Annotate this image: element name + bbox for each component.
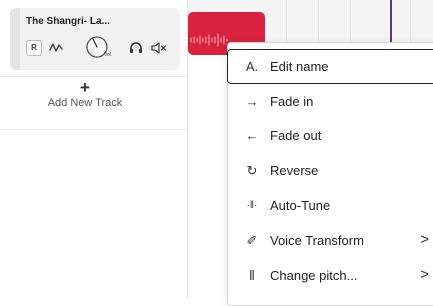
headphones-icon[interactable] — [128, 40, 144, 56]
change-pitch-icon: ⫴ — [249, 268, 255, 283]
auto-tune-icon: ·‖· — [246, 200, 258, 211]
grid-line — [410, 0, 411, 48]
menu-item-change-pitch[interactable]: ⫴ Change pitch... > — [228, 259, 433, 293]
track-name[interactable]: The Shangri- La... — [26, 16, 110, 27]
arrow-left-icon: ← — [245, 128, 259, 143]
track-header[interactable]: The Shangri- La... R Vol — [10, 8, 180, 70]
playhead[interactable] — [390, 0, 392, 48]
arrow-right-icon: → — [245, 94, 259, 109]
track-color-strip — [10, 8, 20, 70]
track-divider — [0, 76, 186, 77]
menu-item-label: Fade out — [270, 128, 322, 143]
menu-item-label: Change pitch... — [270, 268, 358, 283]
add-new-track-label: Add New Track — [47, 97, 123, 109]
menu-item-edit-name[interactable]: A. Edit name — [227, 49, 433, 84]
track-panel: The Shangri- La... R Vol + Add New Track — [0, 0, 188, 298]
mute-speaker-icon[interactable] — [150, 40, 168, 56]
chevron-right-icon: > — [420, 266, 429, 283]
menu-item-label: Auto-Tune — [270, 198, 331, 213]
menu-item-label: Voice Transform — [270, 233, 364, 248]
add-new-track-button[interactable]: + Add New Track — [30, 78, 140, 120]
grid-line — [350, 0, 351, 48]
chevron-right-icon: > — [420, 231, 429, 248]
menu-item-fade-out[interactable]: ← Fade out — [228, 119, 433, 153]
grid-line — [318, 0, 319, 48]
menu-item-fade-in[interactable]: → Fade in — [228, 85, 433, 119]
grid-line — [286, 0, 287, 48]
menu-item-voice-transform[interactable]: ✐ Voice Transform > — [228, 224, 433, 258]
menu-item-label: Edit name — [270, 59, 329, 74]
menu-item-auto-tune[interactable]: ·‖· Auto-Tune — [228, 189, 433, 223]
panel-divider — [0, 129, 186, 130]
edit-name-icon: A. — [245, 59, 259, 74]
context-menu: A. Edit name → Fade in ← Fade out ↻ Reve… — [227, 42, 433, 306]
menu-item-reverse[interactable]: ↻ Reverse — [228, 154, 433, 188]
reverse-icon: ↻ — [246, 163, 258, 178]
menu-item-label: Reverse — [270, 163, 319, 178]
plus-icon: + — [80, 78, 90, 97]
voice-transform-icon: ✐ — [246, 233, 258, 248]
record-arm-button[interactable]: R — [26, 40, 42, 56]
menu-item-label: Fade in — [270, 94, 314, 109]
volume-label: Vol — [104, 52, 111, 58]
effects-icon[interactable] — [48, 40, 64, 56]
